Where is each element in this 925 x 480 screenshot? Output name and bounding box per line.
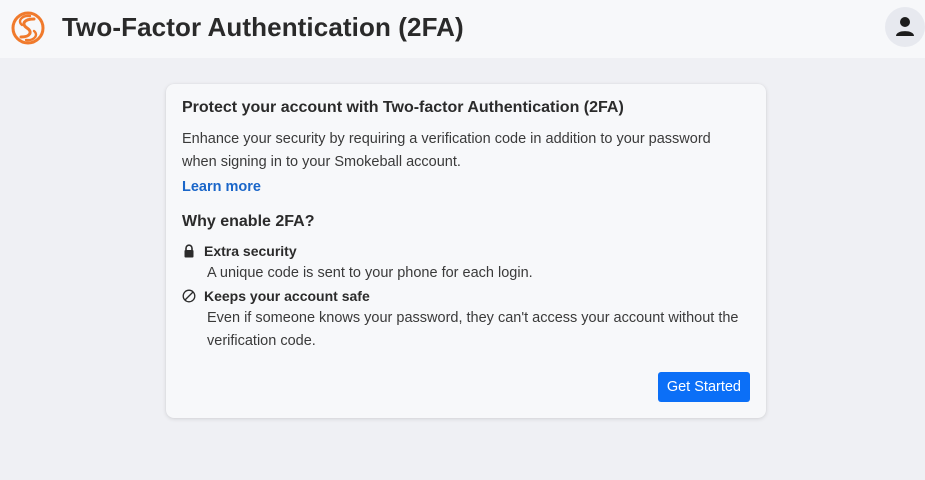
why-enable-heading: Why enable 2FA? [182,213,315,230]
benefit-item: Keeps your account safe Even if someone … [182,285,750,353]
benefit-title: Keeps your account safe [204,288,370,304]
user-avatar-button[interactable] [885,7,925,47]
benefit-description: Even if someone knows your password, the… [207,310,739,349]
card-title: Protect your account with Two-factor Aut… [182,99,624,116]
app-header: Two-Factor Authentication (2FA) [0,0,925,58]
smokeball-logo-icon [10,10,46,46]
get-started-button[interactable]: Get Started [657,372,750,402]
prohibited-icon [182,289,196,303]
card-description: Enhance your security by requiring a ver… [182,131,711,170]
benefit-title: Extra security [204,243,297,259]
benefit-item: Extra security A unique code is sent to … [182,240,750,285]
page-title: Two-Factor Authentication (2FA) [62,12,464,42]
user-icon [896,17,914,36]
learn-more-link[interactable]: Learn more [182,176,261,198]
benefit-description: A unique code is sent to your phone for … [207,265,533,281]
lock-icon [182,244,196,258]
two-factor-card: Protect your account with Two-factor Aut… [166,84,766,418]
